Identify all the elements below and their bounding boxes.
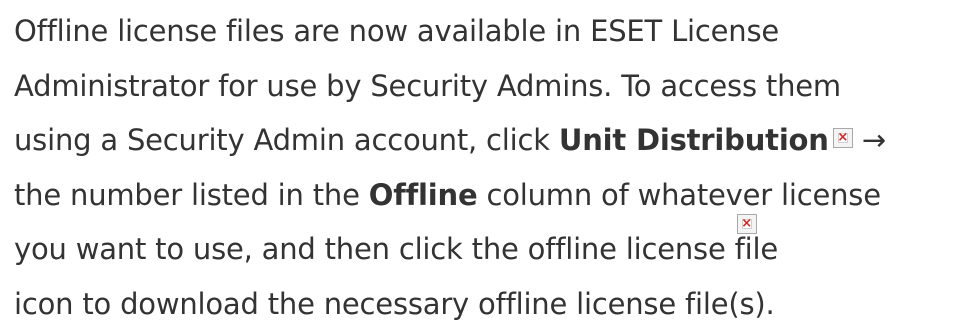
paragraph-line-5: you want to use, and then click the offl…: [14, 214, 944, 277]
offline-column-label: Offline: [368, 177, 478, 212]
offline-license-file-word: fi ×: [735, 214, 757, 277]
offline-license-file-broken-image-icon: ×: [736, 214, 757, 234]
paragraph-line-2: Administrator for use by Security Admins…: [14, 68, 841, 103]
paragraph-line-4: the number listed in the Offline column …: [14, 177, 881, 212]
paragraph-line-3: using a Security Admin account, click Un…: [14, 123, 886, 157]
unit-distribution-broken-image-icon: ×: [832, 128, 853, 148]
paragraph-line-6: icon to download the necessary offline l…: [14, 286, 775, 321]
paragraph-line-1: Offline license files are now available …: [14, 14, 780, 48]
unit-distribution-label: Unit Distribution: [558, 123, 829, 157]
article-body: Offline license files are now available …: [14, 4, 944, 331]
